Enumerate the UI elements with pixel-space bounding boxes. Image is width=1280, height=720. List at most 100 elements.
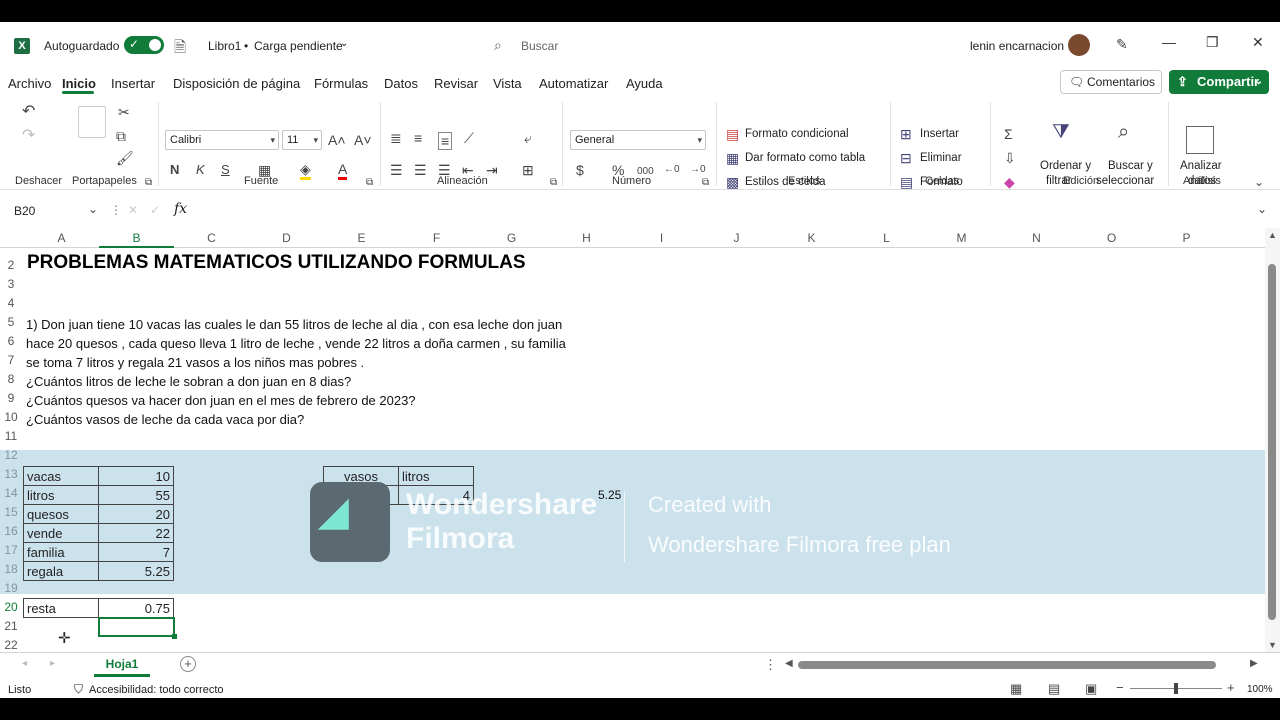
column-header-n[interactable]: N [999,231,1074,245]
tab-vista[interactable]: Vista [493,76,522,91]
share-button[interactable]: ⇪ Compartir ⌄ [1169,70,1269,94]
orientation-icon[interactable]: ⟋ [464,130,474,146]
find-select-button-label-2[interactable]: seleccionar [1096,175,1154,187]
comments-button[interactable]: 🗨 Comentarios [1060,70,1162,94]
autosave-toggle[interactable]: ✓ [124,36,164,54]
table-cell[interactable]: 5.25 [98,561,174,581]
name-box[interactable]: B20 [14,204,35,218]
font-color-icon[interactable]: A [338,161,348,180]
normal-view-icon[interactable]: ▦ [1010,681,1022,697]
sort-filter-button-label-1[interactable]: Ordenar y [1040,160,1091,172]
table-cell[interactable]: 22 [98,523,174,543]
italic-button[interactable]: K [196,162,205,178]
increase-decimal-icon[interactable]: ←0 [664,162,680,178]
column-header-i[interactable]: I [624,231,699,245]
more-options-icon[interactable]: ⋮ [764,657,777,673]
font-size-select[interactable]: 11 ▾ [282,130,322,150]
wrap-text-icon[interactable]: ⤶ [524,130,532,146]
row-header[interactable]: 10 [0,410,22,424]
clear-icon[interactable]: ◆ [1004,174,1015,190]
file-name[interactable]: Libro1 [208,39,241,53]
side-value[interactable]: 5.25 [598,488,621,502]
horizontal-scrollbar-thumb[interactable] [798,661,1216,669]
row-header[interactable]: 4 [0,296,22,310]
analyze-data-label-1[interactable]: Analizar [1180,160,1222,172]
fill-color-icon[interactable]: ◈ [300,161,311,180]
avatar[interactable] [1068,34,1090,56]
bold-button[interactable]: N [170,162,179,178]
dialog-launcher-icon[interactable]: ⧉ [145,175,152,191]
format-cells-icon[interactable]: ▤ [900,174,913,190]
cell-styles-icon[interactable]: ▩ [726,174,739,190]
column-header-b[interactable]: B [99,231,174,248]
prev-sheet-icon[interactable]: ◂ [22,658,27,669]
sort-filter-icon[interactable]: ⧩ [1052,122,1070,142]
column-header-l[interactable]: L [849,231,924,245]
tab-revisar[interactable]: Revisar [434,76,478,91]
worksheet-grid[interactable]: 2 3 4 5 6 7 8 9 10 11 12 13 14 15 16 17 … [0,248,1265,652]
copy-icon[interactable]: ⧉ [116,128,126,144]
align-center-icon[interactable]: ☰ [414,162,427,178]
zoom-in-icon[interactable]: + [1227,680,1235,695]
scroll-left-icon[interactable]: ◀ [785,658,793,669]
table-cell[interactable]: vacas [23,466,99,486]
format-table-button[interactable]: Dar formato como tabla [745,152,865,164]
tab-automatizar[interactable]: Automatizar [539,76,608,91]
table-cell[interactable]: resta [23,598,99,618]
column-header-g[interactable]: G [474,231,549,245]
column-header-m[interactable]: M [924,231,999,245]
row-header[interactable]: 3 [0,277,22,291]
column-header-e[interactable]: E [324,231,399,245]
tab-disposicion[interactable]: Disposición de página [173,76,300,91]
minimize-button[interactable]: — [1162,34,1176,50]
column-header-o[interactable]: O [1074,231,1149,245]
font-name-select[interactable]: Calibri ▾ [165,130,279,150]
page-break-icon[interactable]: ▣ [1085,681,1097,697]
scroll-right-icon[interactable]: ▶ [1250,658,1258,669]
row-header[interactable]: 20 [0,600,22,614]
table-cell[interactable]: vende [23,523,99,543]
collapse-ribbon-icon[interactable]: ⌄ [1254,174,1264,190]
format-table-icon[interactable]: ▦ [726,150,739,166]
search-input[interactable]: Buscar [521,39,558,53]
chevron-down-icon[interactable]: ⌄ [340,38,348,49]
column-header-a[interactable]: A [24,231,99,245]
formula-input[interactable] [198,204,1248,220]
zoom-slider-thumb[interactable] [1174,683,1178,694]
undo-icon[interactable]: ↶ [22,104,35,120]
table-cell[interactable]: 20 [98,504,174,524]
delete-cells-button[interactable]: Eliminar [920,152,962,164]
sheet-tab-hoja1[interactable]: Hoja1 [94,653,150,677]
insert-function-button[interactable]: fx [174,201,187,217]
row-header[interactable]: 5 [0,315,22,329]
tab-formulas[interactable]: Fórmulas [314,76,368,91]
tab-inicio[interactable]: Inicio [62,76,96,91]
zoom-out-icon[interactable]: − [1116,680,1124,695]
fill-icon[interactable]: ⇩ [1004,150,1016,166]
vertical-scrollbar[interactable]: ▲ ▼ [1265,228,1280,652]
delete-cells-icon[interactable]: ⊟ [900,150,912,166]
zoom-level[interactable]: 100% [1247,684,1273,695]
currency-icon[interactable]: $ [576,162,584,178]
column-header-d[interactable]: D [249,231,324,245]
dialog-launcher-icon[interactable]: ⧉ [702,175,709,191]
selected-cell-b20[interactable] [98,617,175,637]
tab-datos[interactable]: Datos [384,76,418,91]
conditional-format-icon[interactable]: ▤ [726,126,739,142]
table-cell[interactable]: 7 [98,542,174,562]
row-header[interactable]: 9 [0,391,22,405]
save-icon[interactable]: 🗎 [174,37,186,62]
analyze-data-icon[interactable] [1186,126,1214,154]
dialog-launcher-icon[interactable]: ⧉ [550,175,557,191]
row-header[interactable]: 11 [0,429,22,443]
insert-cells-button[interactable]: Insertar [920,128,959,140]
accessibility-icon[interactable]: ⛉ [74,682,83,697]
redo-icon[interactable]: ↷ [22,128,35,144]
table-cell[interactable]: 0.75 [98,598,174,618]
insert-cells-icon[interactable]: ⊞ [900,126,912,142]
merge-cells-icon[interactable]: ⊞ [522,162,534,178]
save-status[interactable]: Carga pendiente [254,39,343,53]
table-cell[interactable]: quesos [23,504,99,524]
more-options-icon[interactable]: ⋮ [110,203,122,217]
conditional-format-button[interactable]: Formato condicional [745,128,849,140]
